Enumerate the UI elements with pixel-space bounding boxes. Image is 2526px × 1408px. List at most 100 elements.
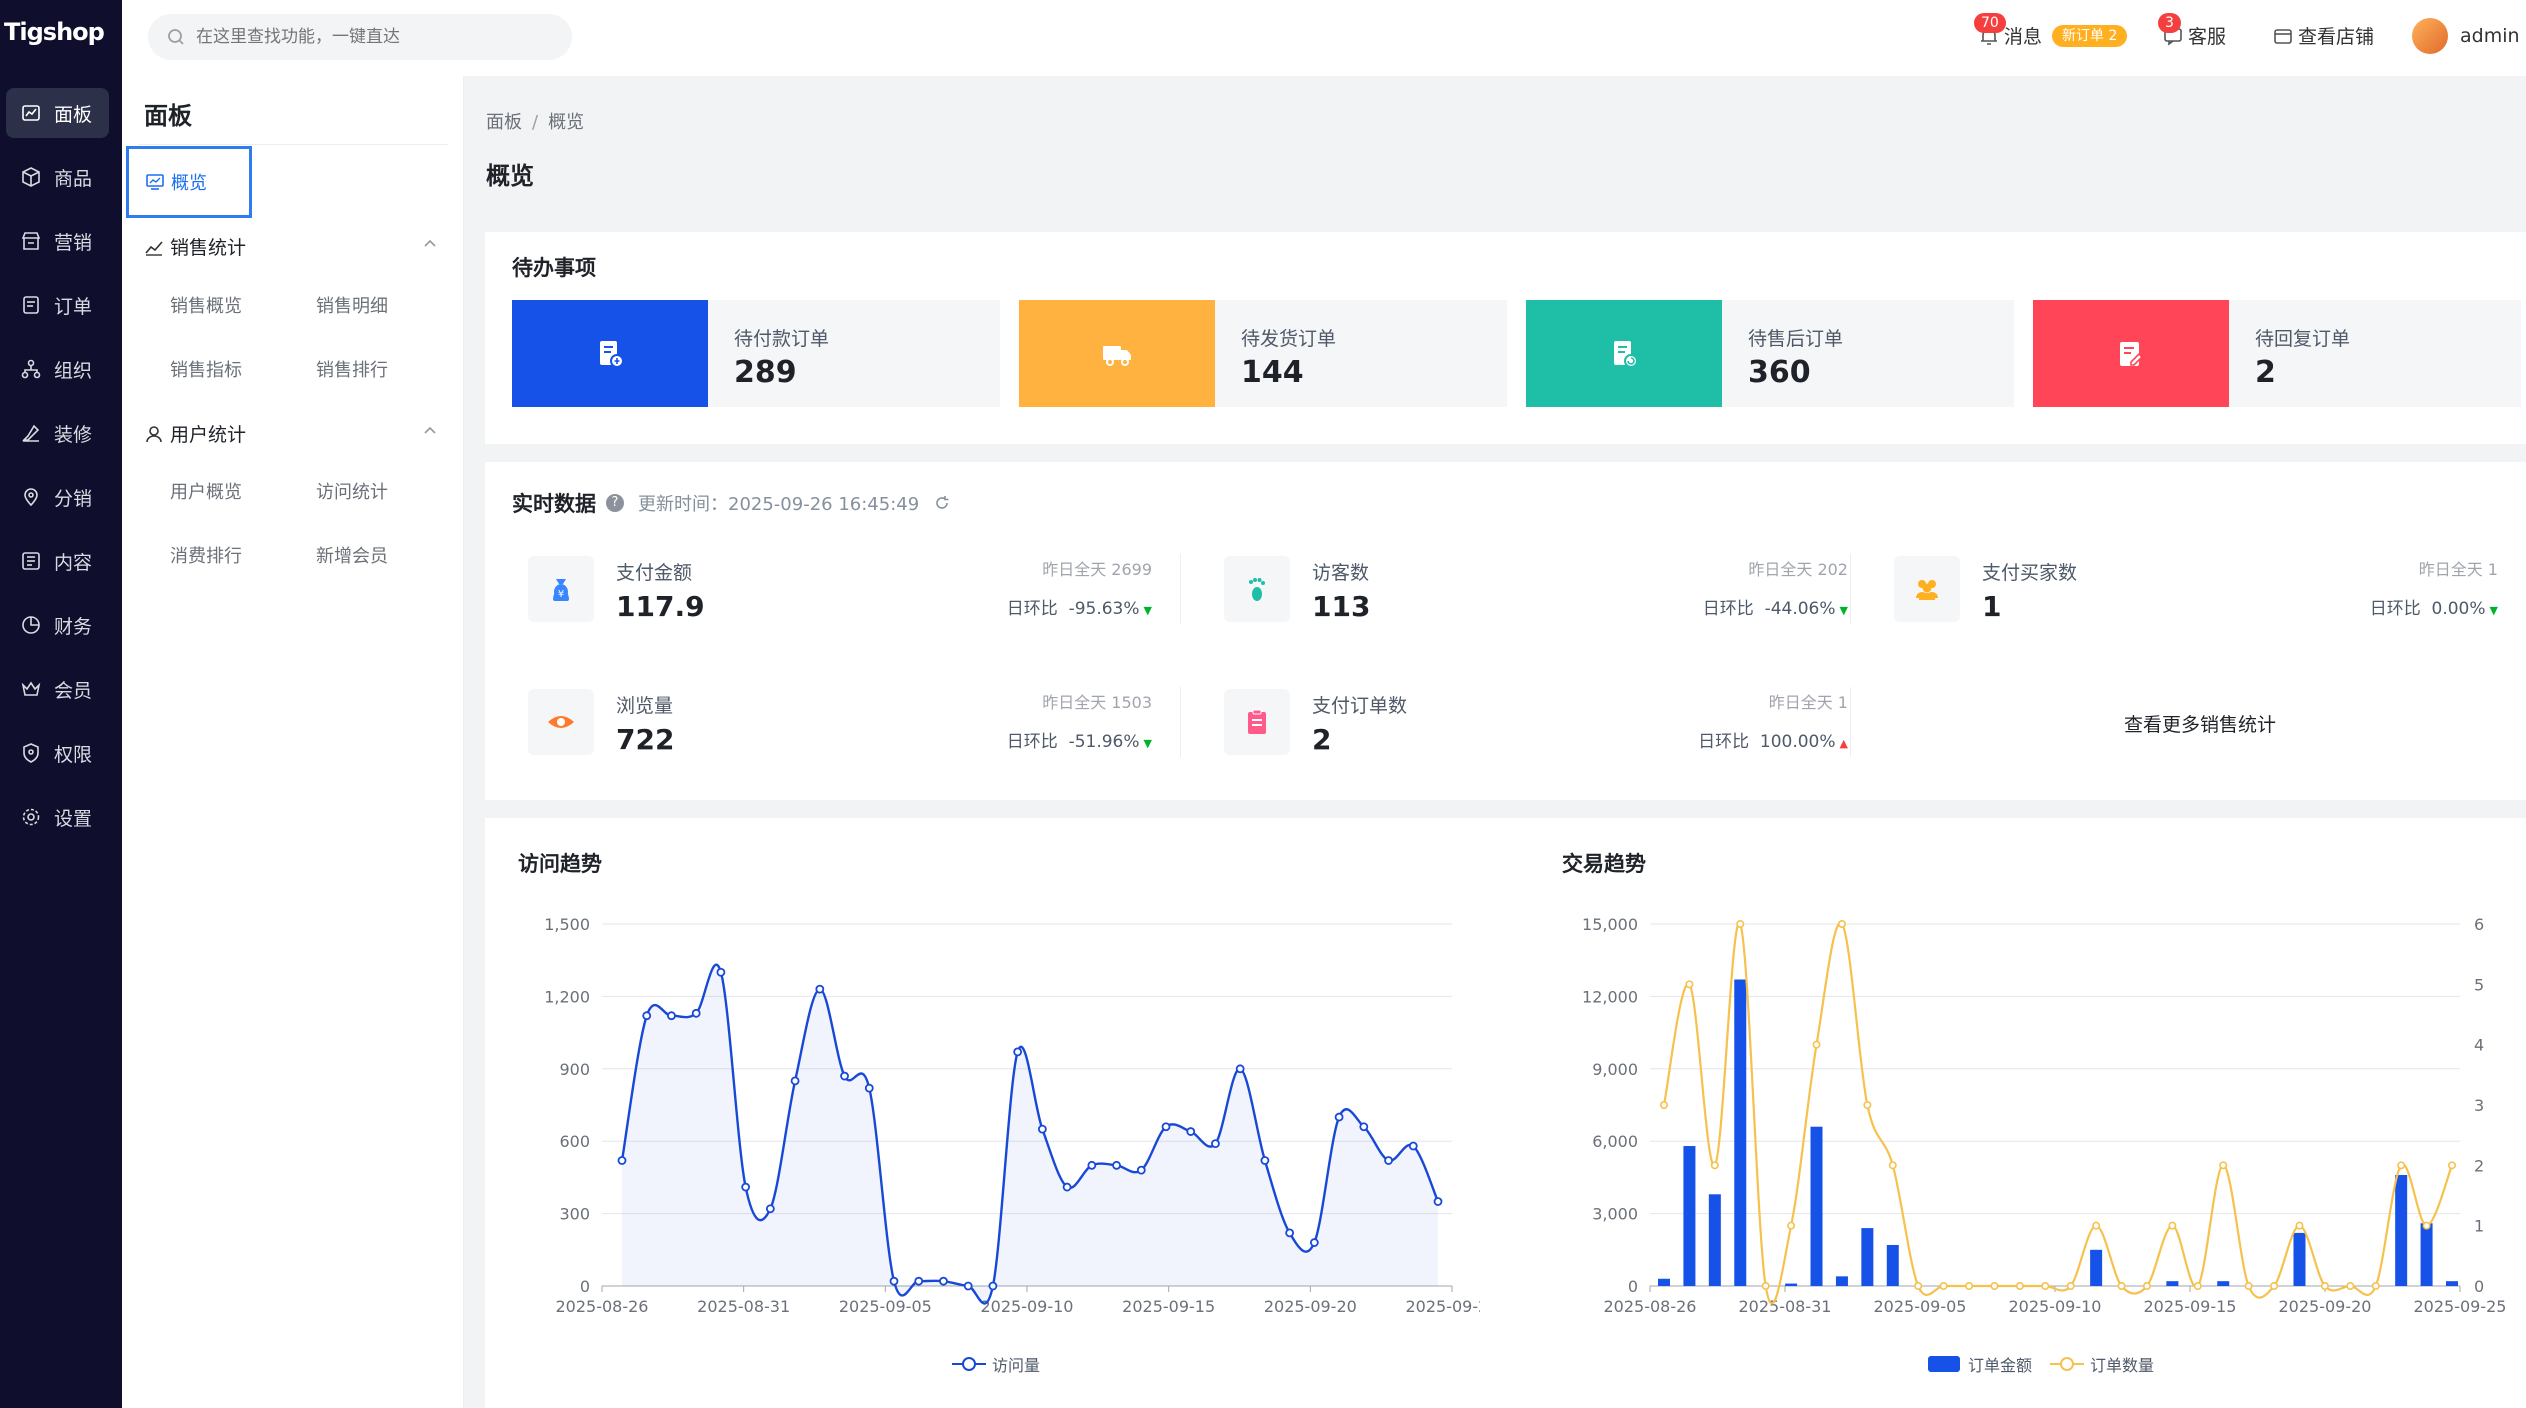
- nav-item-9[interactable]: 会员: [6, 664, 109, 714]
- sub-item-spending-ranking[interactable]: 消费排行: [170, 542, 242, 568]
- gear-icon: [20, 806, 42, 828]
- nav-item-2[interactable]: 营销: [6, 216, 109, 266]
- data-point: [815, 984, 825, 994]
- money-bag-icon: ¥: [553, 579, 569, 601]
- data-point: [1660, 1101, 1669, 1110]
- nav-item-4[interactable]: 组织: [6, 344, 109, 394]
- refresh-icon[interactable]: [933, 494, 951, 512]
- trend-up-icon: ▲: [1839, 737, 1848, 750]
- nav-item-label: 会员: [54, 679, 93, 702]
- more-sales-stats-link[interactable]: 查看更多销售统计: [2124, 710, 2276, 737]
- metric-buyers[interactable]: 支付买家数 1 昨日全天 1 日环比 0.00% ▼: [1878, 538, 2498, 638]
- eye-icon: [548, 716, 574, 728]
- todo-pending-payment[interactable]: 待付款订单 289: [512, 300, 1000, 407]
- messages-label: 消息: [2004, 26, 2043, 48]
- metric-value: 722: [616, 723, 675, 756]
- realtime-title: 实时数据: [512, 492, 596, 516]
- edit-doc-icon: [2120, 341, 2144, 366]
- metric-value: 113: [1312, 590, 1371, 623]
- y-tick-label: 0: [1628, 1277, 1638, 1296]
- sub-item-user-overview[interactable]: 用户概览: [170, 478, 242, 504]
- data-point: [988, 1281, 998, 1291]
- data-point: [963, 1281, 973, 1291]
- metric-visitors[interactable]: 访客数 113 昨日全天 202 日环比 -44.06% ▼: [1208, 538, 1848, 638]
- data-point: [2422, 1221, 2431, 1230]
- users-icon: [1916, 580, 1938, 600]
- sub-item-new-members[interactable]: 新增会员: [316, 542, 388, 568]
- sub-item-sales-metrics[interactable]: 销售指标: [170, 356, 242, 382]
- sub-group-sales[interactable]: 销售统计: [144, 233, 444, 260]
- data-point: [889, 1276, 899, 1286]
- data-point: [1837, 919, 1846, 928]
- metric-pay-amount[interactable]: ¥ 支付金额 117.9 昨日全天 2699 日环比 -95.63% ▼: [512, 538, 1152, 638]
- data-point: [1062, 1182, 1072, 1192]
- nav-item-7[interactable]: 内容: [6, 536, 109, 586]
- view-store-button[interactable]: 查看店铺: [2272, 22, 2374, 49]
- sub-item-sales-overview[interactable]: 销售概览: [170, 292, 242, 318]
- nav-item-1[interactable]: 商品: [6, 152, 109, 202]
- help-icon[interactable]: ?: [606, 494, 624, 512]
- metric-label: 支付订单数: [1312, 695, 1408, 717]
- metric-icon-box: [1894, 556, 1960, 622]
- divider: [1180, 687, 1181, 757]
- x-tick-label: 2025-08-31: [697, 1297, 790, 1316]
- bar: [1683, 1146, 1696, 1286]
- data-point: [2193, 1281, 2202, 1290]
- metric-paid-orders[interactable]: 支付订单数 2 昨日全天 1 日环比 100.00% ▲: [1208, 671, 1848, 771]
- y-tick-label: 9,000: [1592, 1060, 1638, 1079]
- nav-item-3[interactable]: 订单: [6, 280, 109, 330]
- todo-pending-reply[interactable]: 待回复订单 2: [2033, 300, 2521, 407]
- service-button[interactable]: 3 客服: [2158, 12, 2226, 49]
- new-order-badge[interactable]: 新订单 2: [2052, 24, 2128, 47]
- visit-trend-title: 访问趋势: [518, 852, 602, 876]
- bar: [2166, 1281, 2179, 1286]
- data-point: [1285, 1228, 1295, 1238]
- nav-item-5[interactable]: 装修: [6, 408, 109, 458]
- visit-legend[interactable]: 访问量: [952, 1352, 1040, 1376]
- search-input[interactable]: [196, 27, 536, 47]
- ratio-value: -95.63%: [1068, 599, 1140, 619]
- todo-label: 待售后订单: [1748, 328, 1844, 350]
- sub-group-users[interactable]: 用户统计: [144, 420, 444, 447]
- todo-pending-shipment[interactable]: 待发货订单 144: [1019, 300, 1507, 407]
- top-bar: 70 消息 新订单 2 3 客服 查看店铺 admin: [122, 0, 2526, 76]
- nav-item-0[interactable]: 面板: [6, 88, 109, 138]
- messages-button[interactable]: 70 消息 新订单 2: [1974, 12, 2128, 49]
- nav-item-8[interactable]: 财务: [6, 600, 109, 650]
- trade-legend[interactable]: 订单金额 订单数量: [1928, 1352, 2154, 1376]
- sub-sidebar-title: 面板: [144, 102, 192, 130]
- user-menu[interactable]: admin: [2412, 18, 2526, 54]
- metric-label: 支付买家数: [1982, 562, 2078, 584]
- x-tick-label: 2025-09-15: [1122, 1297, 1215, 1316]
- nav-item-11[interactable]: 设置: [6, 792, 109, 842]
- data-point: [1309, 1238, 1319, 1247]
- bar: [1734, 979, 1747, 1286]
- sub-item-sales-ranking[interactable]: 销售排行: [316, 356, 388, 382]
- trade-trend-title: 交易趋势: [1562, 852, 1646, 876]
- todo-pending-aftersale[interactable]: 待售后订单 360: [1526, 300, 2014, 407]
- nav-item-10[interactable]: 权限: [6, 728, 109, 778]
- data-point: [1736, 919, 1745, 928]
- trade-trend-chart: 0 3,000 6,000 9,000 12,000 15,000 0 1 2 3 4 5 6 2025-…: [1582, 915, 2506, 1316]
- sub-item-visit-stats[interactable]: 访问统计: [316, 478, 388, 504]
- data-point: [1235, 1064, 1245, 1074]
- sub-item-overview[interactable]: 概览: [126, 146, 252, 218]
- data-point: [1112, 1160, 1121, 1170]
- nav-item-6[interactable]: 分销: [6, 472, 109, 522]
- bar: [1658, 1278, 1670, 1286]
- sub-sidebar: 面板 概览 销售统计 销售概览 销售明细 销售指标 销售排行 用户统计 用户概览…: [122, 76, 464, 1408]
- sub-item-sales-detail[interactable]: 销售明细: [316, 292, 388, 318]
- order-icon: [20, 294, 42, 316]
- data-point: [691, 1008, 701, 1018]
- user-icon: [146, 425, 162, 442]
- metric-page-views[interactable]: 浏览量 722 昨日全天 1503 日环比 -51.96% ▼: [512, 671, 1152, 771]
- data-point: [1787, 1221, 1796, 1230]
- ratio-label: 日环比: [1698, 732, 1750, 752]
- breadcrumb-root[interactable]: 面板: [486, 112, 522, 133]
- metric-ratio: 日环比 -95.63% ▼: [1007, 594, 1152, 619]
- bar: [2420, 1223, 2433, 1286]
- search-box[interactable]: [148, 14, 572, 60]
- data-point: [1211, 1139, 1220, 1149]
- app-logo[interactable]: Tigshop: [4, 18, 105, 46]
- ratio-label: 日环比: [1006, 732, 1058, 752]
